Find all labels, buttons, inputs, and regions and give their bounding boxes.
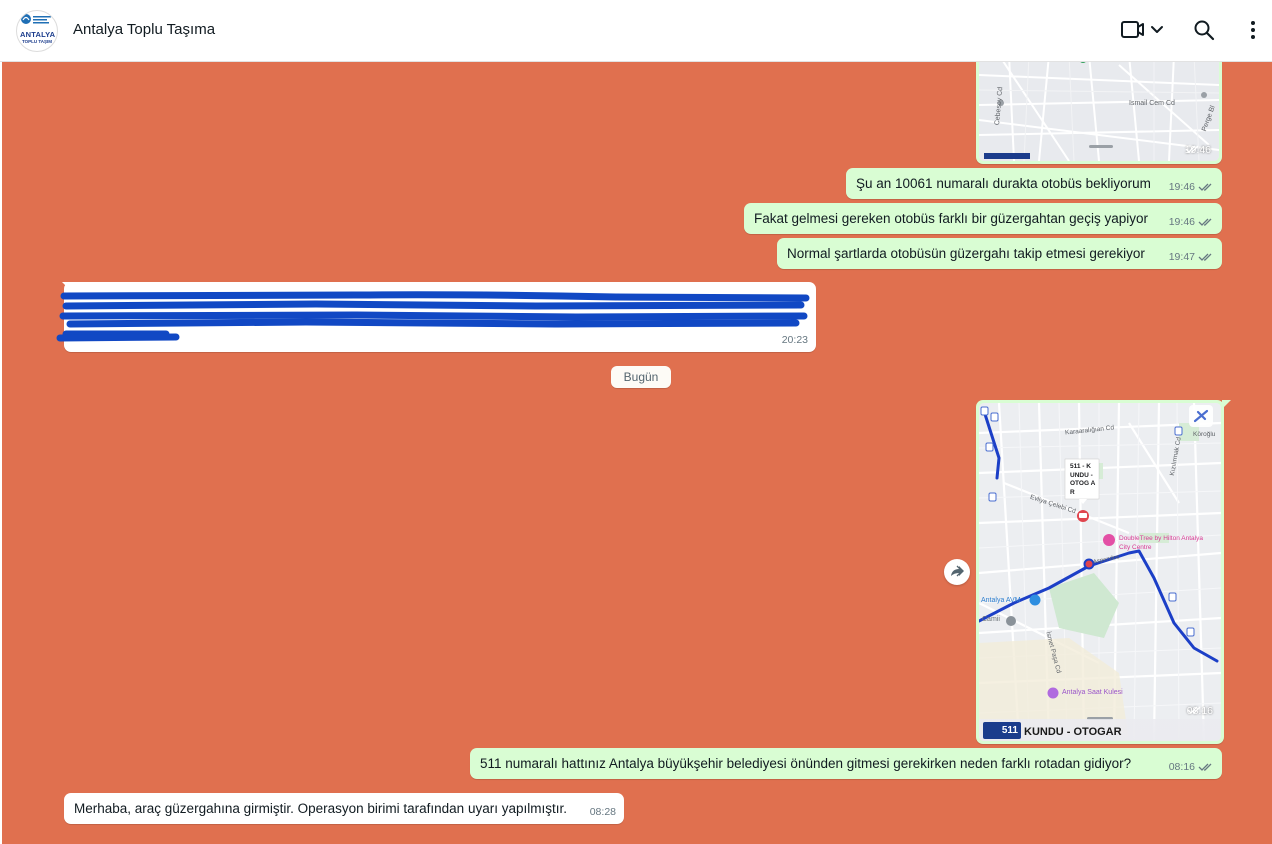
message-time: 20:23 [781,334,808,346]
map-poi-label: DoubleTree by Hilton Antalya City Centre [1119,535,1203,551]
message-time: 19:46 [1168,216,1195,228]
message-meta: 20:23 [782,331,808,349]
message-meta: 19:46 [1169,213,1214,231]
map-poi-label: Antalya Saat Kulesi [1062,689,1123,696]
kebab-menu-icon [1251,21,1255,39]
message-time: 19:47 [1168,251,1195,263]
route-name: KUNDU - OTOGAR [1024,726,1122,738]
bubble-tail [1222,400,1231,409]
message-meta: 08:28 [590,803,616,821]
double-check-icon [1198,183,1212,191]
chat-title[interactable]: Antalya Toplu Taşıma [73,21,215,38]
message-meta: 08:16 [1169,758,1214,776]
video-camera-icon [1121,21,1163,38]
chat-area: Cebesoy Cd Ismail Cem Cd Perge Bl 19:46 … [2,62,1272,844]
forward-icon [951,565,964,577]
incoming-message-redacted[interactable]: 20:23 [56,282,816,352]
map-stop-tooltip: 511 - K UNDU - OTOG AR [1070,463,1096,496]
map-street-label: Köroğlu [1193,431,1216,438]
video-call-button[interactable] [1120,16,1166,49]
outgoing-message[interactable]: Fakat gelmesi gereken otobüs farklı bir … [744,203,1222,234]
message-text: 511 numaralı hattınız Antalya büyükşehir… [480,756,1132,771]
route-number-badge: 511 [983,722,1021,739]
double-check-icon [1187,706,1201,714]
message-meta: 19:46 [1169,178,1214,196]
message-time: 08:28 [589,806,616,818]
double-check-icon [1198,218,1212,226]
avatar-subtext: TOPLU TAŞIM [21,39,53,44]
chevron-down-icon [1151,26,1163,33]
map-poi-label: Antalya AVM [981,597,1021,604]
forward-button[interactable] [944,559,970,585]
route-banner: 511 KUNDU - OTOGAR [979,719,1221,741]
message-time: 19:46 [1168,181,1195,193]
message-meta: 08:16 [1187,705,1213,717]
redaction-scribble [56,282,810,342]
double-check-icon [1185,145,1199,153]
chat-header: ANTALYA TOPLU TAŞIM Antalya Toplu Taşıma [0,0,1272,62]
search-button[interactable] [1192,16,1216,49]
map-street-label: Ismail Cem Cd [1129,100,1175,107]
map-image-message[interactable]: Karaaralığıan Cd Evliya Çelebi Cd Köroğl… [976,400,1224,744]
map-image-message[interactable]: Cebesoy Cd Ismail Cem Cd Perge Bl 19:46 [976,62,1222,164]
message-time: 08:16 [1168,761,1195,773]
search-icon [1194,20,1215,41]
outgoing-message[interactable]: 511 numaralı hattınız Antalya büyükşehir… [470,748,1222,779]
message-text: Normal şartlarda otobüsün güzergahı taki… [787,246,1145,261]
double-check-icon [1198,253,1212,261]
message-text: Merhaba, araç güzergahına girmiştir. Ope… [74,801,567,816]
outgoing-message[interactable]: Şu an 10061 numaralı durakta otobüs bekl… [846,168,1222,199]
message-text: Şu an 10061 numaralı durakta otobüs bekl… [856,176,1151,191]
message-text: Fakat gelmesi gereken otobüs farklı bir … [754,211,1148,226]
incoming-message[interactable]: Merhaba, araç güzergahına girmiştir. Ope… [64,793,624,824]
menu-button[interactable] [1244,16,1262,49]
date-separator: Bugün [611,366,671,388]
message-meta: 19:46 [1185,144,1211,156]
outgoing-message[interactable]: Normal şartlarda otobüsün güzergahı taki… [777,238,1222,269]
map-image[interactable]: Karaaralığıan Cd Evliya Çelebi Cd Köroğl… [979,403,1221,741]
avatar-text: ANTALYA [20,30,56,39]
map-image[interactable]: Cebesoy Cd Ismail Cem Cd Perge Bl 19:46 [979,62,1219,161]
map-poi-label: Camii [982,616,1000,623]
message-meta: 19:47 [1169,248,1214,266]
contact-avatar[interactable]: ANTALYA TOPLU TAŞIM [16,10,58,52]
double-check-icon [1198,763,1212,771]
